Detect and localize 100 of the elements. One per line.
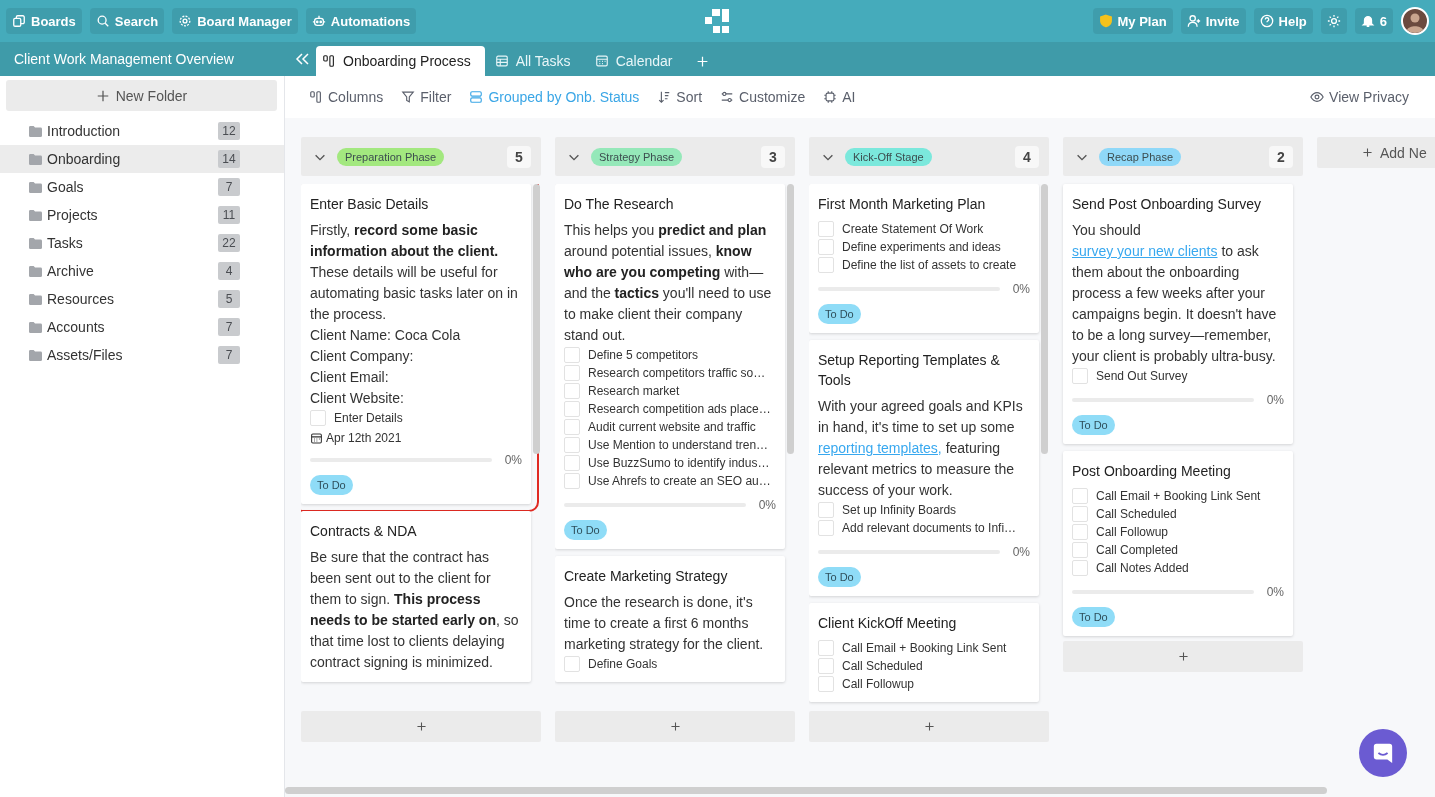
checklist-item: Research market: [588, 384, 680, 398]
checklist-item: Use BuzzSumo to identify indus…: [588, 456, 770, 470]
checklist-item: Use Mention to understand tren…: [588, 438, 769, 452]
checklist-item: Send Out Survey: [1096, 369, 1188, 383]
checklist-item: Define Goals: [588, 657, 658, 671]
folder-item[interactable]: Projects 11: [0, 201, 284, 229]
checklist-item: Call Notes Added: [1096, 561, 1189, 575]
folder-item[interactable]: Onboarding 14: [0, 145, 284, 173]
card-field: Client Name: Coca Cola: [310, 325, 522, 346]
workspace-title: Client Work Management Overview: [13, 51, 235, 67]
card-field: Client Company:: [310, 346, 522, 367]
card-title: Do The Research: [564, 195, 675, 214]
folder-name: Introduction: [47, 123, 122, 139]
toolbar-button[interactable]: Customize: [716, 87, 810, 107]
folder-name: Tasks: [47, 235, 84, 251]
folder-name: Resources: [47, 291, 115, 307]
folder-count: 22: [218, 234, 240, 252]
checklist-item: Call Scheduled: [842, 659, 923, 673]
card-title: First Month Marketing Plan: [818, 195, 987, 214]
card-description: You should survey your new clients to ask them about the onboarding process a few weeks after your campaigns begin. It doesn't have to be a long survey—remember, your client is probably ultra-busy.: [1072, 221, 1278, 366]
folder-item[interactable]: Tasks 22: [0, 229, 284, 257]
task-card[interactable]: Create Marketing Strategy Once the research is done, it's time to create a first 6 months marketing strategy for the client. Define Goals: [555, 556, 785, 682]
folder-name: Goals: [47, 179, 85, 195]
checklist-item: Research competitors traffic so…: [588, 366, 766, 380]
toolbar-button[interactable]: Columns: [305, 87, 388, 107]
progress-percent: 0%: [1011, 545, 1030, 559]
card-title: Client KickOff Meeting: [818, 614, 958, 633]
checklist-item: Research competition ads place…: [588, 402, 771, 416]
card-field: Client Email:: [310, 367, 522, 388]
checklist-item: Set up Infinity Boards: [842, 503, 957, 517]
due-date: Apr 12th 2021: [326, 431, 402, 445]
card-description: With your agreed goals and KPIs in hand, it's time to set up some reporting templates, featuring relevant metrics to measure the success of your work.: [818, 397, 1024, 500]
card-field: Client Website:: [310, 388, 522, 409]
status-tag: To Do: [1072, 607, 1115, 627]
folder-name: Archive: [47, 263, 95, 279]
card-title: Post Onboarding Meeting: [1072, 462, 1232, 481]
checklist-item: Call Scheduled: [1096, 507, 1177, 521]
checklist-item: Call Followup: [1096, 525, 1169, 539]
folder-count: 12: [218, 122, 240, 140]
card-description: Be sure that the contract has been sent out to the client for them to sign. This process needs to be started early on, so that time lost to clients delaying contract signing is minimized.: [310, 548, 520, 672]
folder-count: 14: [218, 150, 240, 168]
toolbar-button[interactable]: AI: [819, 87, 860, 107]
folder-count: 4: [218, 262, 240, 280]
card-count: 4: [1015, 145, 1039, 168]
status-tag: To Do: [818, 567, 861, 587]
card-title: Contracts & NDA: [310, 522, 418, 541]
folder-count: 7: [218, 346, 240, 364]
view-privacy-button[interactable]: View Privacy: [1306, 87, 1413, 107]
progress-percent: 0%: [1011, 282, 1030, 296]
folder-name: Assets/Files: [47, 347, 124, 363]
folder-name: Accounts: [47, 319, 106, 335]
progress-percent: 0%: [1265, 393, 1284, 407]
status-tag: To Do: [310, 475, 353, 495]
phase-tag: Preparation Phase: [337, 147, 445, 166]
folder-count: 7: [218, 178, 240, 196]
view-tab[interactable]: Onboarding Process: [316, 46, 485, 76]
folder-count: 5: [218, 290, 240, 308]
status-tag: To Do: [564, 520, 607, 540]
card-title: Create Marketing Strategy: [564, 567, 729, 586]
checklist-item: Call Email + Booking Link Sent: [1096, 489, 1261, 503]
checklist-item: Call Email + Booking Link Sent: [842, 641, 1007, 655]
add-column-button[interactable]: Add Ne: [1317, 137, 1435, 168]
checklist-item: Use Ahrefs to create an SEO au…: [588, 474, 771, 488]
folder-item[interactable]: Accounts 7: [0, 313, 284, 341]
checklist-item: Enter Details: [334, 411, 403, 425]
checklist-item: Define the list of assets to create: [842, 258, 1017, 272]
task-card[interactable]: Post Onboarding Meeting Call Email + Booking Link Sent Call Scheduled Call Followup Call Completed Call Notes Added 0% To Do: [1063, 451, 1293, 636]
toolbar-button[interactable]: Filter: [397, 87, 456, 107]
checklist-item: Audit current website and traffic: [588, 420, 756, 434]
checklist-item: Call Completed: [1096, 543, 1179, 557]
card-description: Once the research is done, it's time to create a first 6 months marketing strategy for the client.: [564, 593, 765, 654]
progress-percent: 0%: [757, 498, 776, 512]
card-title: Setup Reporting Templates & Tools: [818, 351, 1001, 390]
phase-tag: Kick-Off Stage: [845, 147, 932, 166]
folder-item[interactable]: Archive 4: [0, 257, 284, 285]
folder-item[interactable]: Resources 5: [0, 285, 284, 313]
folder-item[interactable]: Assets/Files 7: [0, 341, 284, 369]
folder-count: 11: [218, 206, 240, 224]
card-count: 2: [1269, 145, 1293, 168]
card-count: 3: [761, 145, 785, 168]
card-description: This helps you predict and plan around potential issues, know who are you competing with—and the tactics you'll need to use to make client their company stand out.: [564, 221, 773, 345]
folder-item[interactable]: Introduction 12: [0, 117, 284, 145]
phase-tag: Strategy Phase: [591, 147, 683, 166]
progress-percent: 0%: [1265, 585, 1284, 599]
checklist-item: Create Statement Of Work: [842, 222, 984, 236]
task-card[interactable]: Client KickOff Meeting Call Email + Booking Link Sent Call Scheduled Call Followup: [809, 603, 1039, 702]
new-folder-button[interactable]: New Folder: [6, 80, 277, 111]
toolbar-button[interactable]: Sort: [653, 87, 707, 107]
folder-count: 7: [218, 318, 240, 336]
card-title: Send Post Onboarding Survey: [1072, 195, 1263, 214]
folder-item[interactable]: Goals 7: [0, 173, 284, 201]
checklist-item: Call Followup: [842, 677, 915, 691]
checklist-item: Define experiments and ideas: [842, 240, 1001, 254]
folder-name: Projects: [47, 207, 99, 223]
status-tag: To Do: [1072, 415, 1115, 435]
status-tag: To Do: [818, 304, 861, 324]
task-card[interactable]: First Month Marketing Plan Create Statement Of Work Define experiments and ideas Define the list of assets to create 0% To Do: [809, 184, 1039, 333]
card-title: Enter Basic Details: [310, 195, 430, 214]
card-description: Firstly, record some basic information about the client. These details will be useful for automating basic tasks later on in the process.: [310, 221, 519, 324]
card-count: 5: [507, 145, 531, 168]
